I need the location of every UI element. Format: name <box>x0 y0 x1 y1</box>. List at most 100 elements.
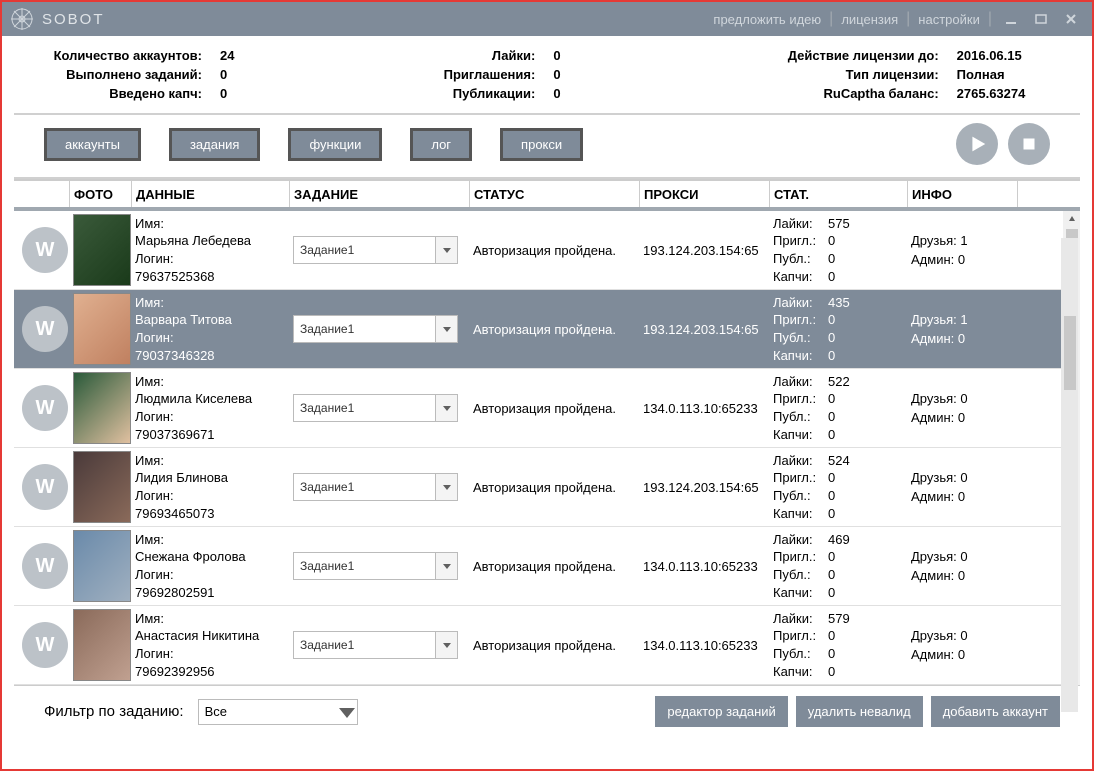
app-title: SOBOT <box>42 11 105 28</box>
account-photo <box>73 293 131 365</box>
task-select-value: Задание1 <box>294 322 435 336</box>
table-row[interactable]: W Имя:Лидия БлиноваЛогин:79693465073 Зад… <box>14 448 1080 527</box>
stats-panel: Количество аккаунтов:24 Выполнено задани… <box>2 36 1092 113</box>
account-data: Имя:Анастасия НикитинаЛогин:79692392956 <box>131 610 289 680</box>
stat-pubs-label: Публикации: <box>375 86 535 101</box>
col-data[interactable]: ДАННЫЕ <box>131 181 289 207</box>
outer-scrollbar[interactable] <box>1061 238 1078 712</box>
delete-invalid-button[interactable]: удалить невалид <box>796 696 923 727</box>
account-photo <box>73 214 131 286</box>
account-status: Авторизация пройдена. <box>469 243 639 258</box>
stat-accounts-label: Количество аккаунтов: <box>32 48 202 63</box>
account-data: Имя:Снежана ФроловаЛогин:79692802591 <box>131 531 289 601</box>
stat-tasks-value: 0 <box>202 67 227 82</box>
task-editor-button[interactable]: редактор заданий <box>655 696 787 727</box>
stat-lic-type-value: Полная <box>939 67 1005 82</box>
account-photo <box>73 609 131 681</box>
account-info: Друзья: 1 Админ: 0 <box>907 310 1017 349</box>
chevron-down-icon <box>435 237 457 263</box>
account-info: Друзья: 0 Админ: 0 <box>907 389 1017 428</box>
stat-accounts-value: 24 <box>202 48 234 63</box>
link-suggest-idea[interactable]: предложить идею <box>713 12 821 27</box>
chevron-down-icon <box>435 632 457 658</box>
table-row[interactable]: W Имя:Снежана ФроловаЛогин:79692802591 З… <box>14 527 1080 606</box>
title-bar: SOBOT предложить идею | лицензия | настр… <box>2 2 1092 36</box>
table-header: ФОТО ДАННЫЕ ЗАДАНИЕ СТАТУС ПРОКСИ СТАТ. … <box>14 179 1080 211</box>
close-button[interactable] <box>1058 9 1084 29</box>
col-info[interactable]: ИНФО <box>907 181 1017 207</box>
account-status: Авторизация пройдена. <box>469 401 639 416</box>
task-select[interactable]: Задание1 <box>293 236 458 264</box>
account-data: Имя:Лидия БлиноваЛогин:79693465073 <box>131 452 289 522</box>
col-status[interactable]: СТАТУС <box>469 181 639 207</box>
account-proxy: 193.124.203.154:65 <box>639 480 769 495</box>
stat-captcha-label: Введено капч: <box>32 86 202 101</box>
vk-icon: W <box>22 227 68 273</box>
col-photo[interactable]: ФОТО <box>69 181 131 207</box>
account-proxy: 134.0.113.10:65233 <box>639 638 769 653</box>
minimize-button[interactable] <box>998 9 1024 29</box>
filter-select[interactable]: Все <box>198 699 358 725</box>
link-license[interactable]: лицензия <box>841 12 898 27</box>
footer-bar: Фильтр по заданию: Все редактор заданий … <box>14 685 1080 727</box>
chevron-down-icon <box>435 553 457 579</box>
nav-tasks-button[interactable]: задания <box>169 128 261 161</box>
account-photo <box>73 372 131 444</box>
task-select[interactable]: Задание1 <box>293 631 458 659</box>
link-settings[interactable]: настройки <box>918 12 980 27</box>
task-select[interactable]: Задание1 <box>293 473 458 501</box>
table-row[interactable]: W Имя:Анастасия НикитинаЛогин:7969239295… <box>14 606 1080 685</box>
account-proxy: 134.0.113.10:65233 <box>639 559 769 574</box>
table-row[interactable]: W Имя:Варвара ТитоваЛогин:79037346328 За… <box>14 290 1080 369</box>
outer-scroll-thumb[interactable] <box>1064 316 1076 390</box>
account-info: Друзья: 0 Админ: 0 <box>907 626 1017 665</box>
filter-value: Все <box>199 704 337 719</box>
account-stat: Лайки:579 Пригл.:0 Публ.:0 Капчи:0 <box>769 610 907 680</box>
task-select-value: Задание1 <box>294 559 435 573</box>
table-row[interactable]: W Имя:Людмила КиселеваЛогин:79037369671 … <box>14 369 1080 448</box>
task-select-value: Задание1 <box>294 638 435 652</box>
account-photo <box>73 451 131 523</box>
nav-functions-button[interactable]: функции <box>288 128 382 161</box>
account-status: Авторизация пройдена. <box>469 559 639 574</box>
table-body: W Имя:Марьяна ЛебедеваЛогин:79637525368 … <box>14 211 1080 685</box>
accounts-table: ФОТО ДАННЫЕ ЗАДАНИЕ СТАТУС ПРОКСИ СТАТ. … <box>14 179 1080 685</box>
stat-likes-value: 0 <box>535 48 560 63</box>
play-button[interactable] <box>956 123 998 165</box>
nav-accounts-button[interactable]: аккаунты <box>44 128 141 161</box>
account-proxy: 193.124.203.154:65 <box>639 322 769 337</box>
maximize-button[interactable] <box>1028 9 1054 29</box>
stat-lic-type-label: Тип лицензии: <box>719 67 939 82</box>
account-stat: Лайки:575 Пригл.:0 Публ.:0 Капчи:0 <box>769 215 907 285</box>
nav-log-button[interactable]: лог <box>410 128 472 161</box>
vk-icon: W <box>22 543 68 589</box>
table-row[interactable]: W Имя:Марьяна ЛебедеваЛогин:79637525368 … <box>14 211 1080 290</box>
stat-tasks-label: Выполнено заданий: <box>32 67 202 82</box>
task-select[interactable]: Задание1 <box>293 315 458 343</box>
account-stat: Лайки:469 Пригл.:0 Публ.:0 Капчи:0 <box>769 531 907 601</box>
account-data: Имя:Варвара ТитоваЛогин:79037346328 <box>131 294 289 364</box>
col-stat[interactable]: СТАТ. <box>769 181 907 207</box>
filter-label: Фильтр по заданию: <box>44 703 184 720</box>
col-task[interactable]: ЗАДАНИЕ <box>289 181 469 207</box>
stat-lic-until-value: 2016.06.15 <box>939 48 1022 63</box>
col-proxy[interactable]: ПРОКСИ <box>639 181 769 207</box>
vk-icon: W <box>22 464 68 510</box>
account-status: Авторизация пройдена. <box>469 480 639 495</box>
task-select[interactable]: Задание1 <box>293 552 458 580</box>
stat-captcha-value: 0 <box>202 86 227 101</box>
chevron-down-icon <box>435 395 457 421</box>
task-select-value: Задание1 <box>294 480 435 494</box>
vk-icon: W <box>22 306 68 352</box>
add-account-button[interactable]: добавить аккаунт <box>931 696 1060 727</box>
stop-button[interactable] <box>1008 123 1050 165</box>
task-select-value: Задание1 <box>294 401 435 415</box>
nav-proxy-button[interactable]: прокси <box>500 128 583 161</box>
scroll-up-icon[interactable] <box>1063 211 1080 227</box>
stat-lic-until-label: Действие лицензии до: <box>719 48 939 63</box>
task-select-value: Задание1 <box>294 243 435 257</box>
account-info: Друзья: 1 Админ: 0 <box>907 231 1017 270</box>
account-info: Друзья: 0 Админ: 0 <box>907 547 1017 586</box>
task-select[interactable]: Задание1 <box>293 394 458 422</box>
account-data: Имя:Марьяна ЛебедеваЛогин:79637525368 <box>131 215 289 285</box>
